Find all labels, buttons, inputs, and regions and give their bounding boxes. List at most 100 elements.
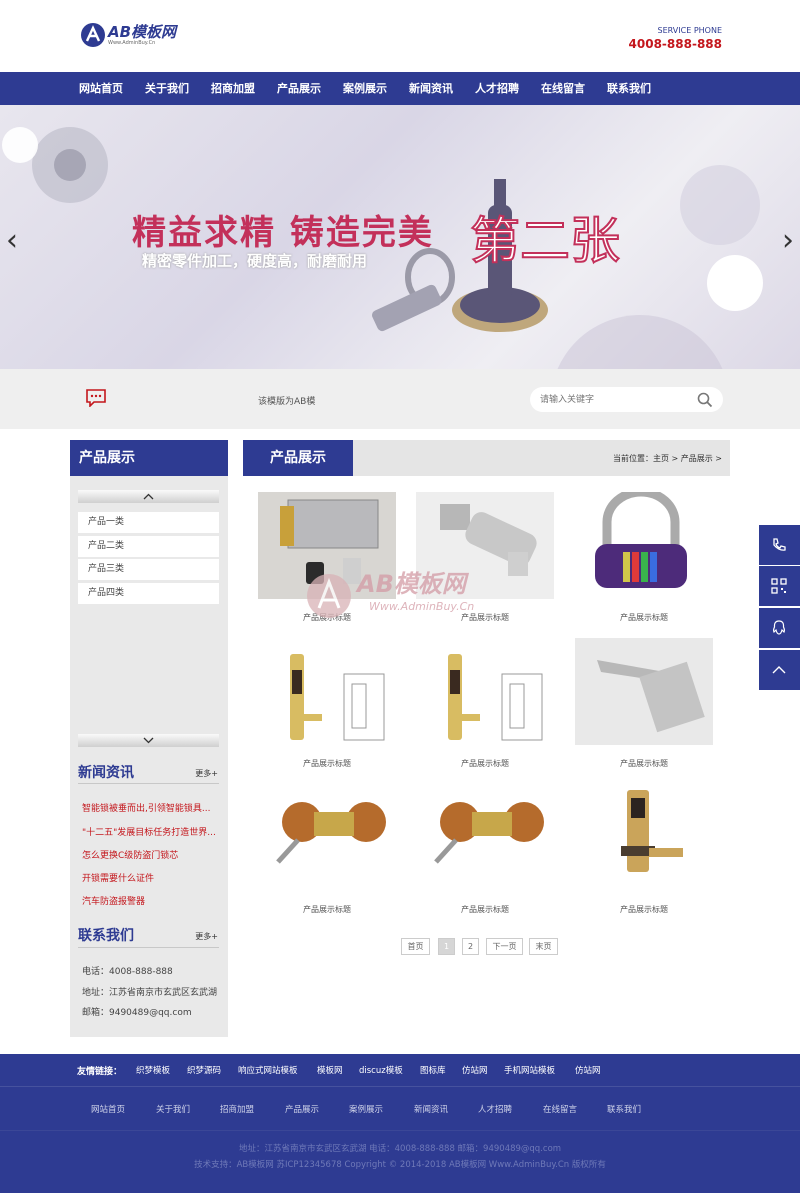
nav-item-about[interactable]: 关于我们 [145,72,189,105]
divider [78,947,219,948]
footer-nav-message[interactable]: 在线留言 [543,1103,577,1115]
float-phone-button[interactable] [759,525,800,565]
product-image[interactable] [416,784,554,891]
hero-banner[interactable]: 精益求精 铸造完美 精密零件加工，硬度高，耐磨耐用 第二张 ‹ › [0,105,800,369]
nav-item-contact[interactable]: 联系我们 [607,72,651,105]
footer-nav-jobs[interactable]: 人才招聘 [478,1103,512,1115]
contact-more-link[interactable]: 更多+ [195,931,218,942]
friend-link[interactable]: 仿站网 [575,1064,601,1076]
sidebar-title: 产品展示 [70,440,228,476]
product-card[interactable]: 产品展示标题 [258,784,396,915]
product-card[interactable]: 产品展示标题 [575,784,713,915]
chevron-down-icon [143,737,154,744]
pager-page-2[interactable]: 2 [462,938,479,955]
friend-link[interactable]: 模板网 [317,1064,343,1076]
footer-nav: 网站首页 关于我们 招商加盟 产品展示 案例展示 新闻资讯 人才招聘 在线留言 … [0,1086,800,1130]
product-image[interactable] [575,638,713,745]
product-caption[interactable]: 产品展示标题 [575,758,713,769]
product-image[interactable] [258,784,396,891]
back-to-top-icon [772,666,786,674]
friend-link[interactable]: 手机网站模板 [504,1064,555,1076]
product-card[interactable]: 产品展示标题 [416,638,554,769]
search-box [530,387,723,412]
watermark-text: AB模板网 [357,570,466,598]
footer-nav-about[interactable]: 关于我们 [156,1103,190,1115]
banner-slogan: 精益求精 铸造完美 [132,213,434,253]
message-icon [86,389,106,407]
product-image-graphic [290,654,385,741]
nav-item-jobs[interactable]: 人才招聘 [475,72,519,105]
product-card[interactable]: 产品展示标题 [258,638,396,769]
banner-slide-label: 第二张 [469,211,621,271]
footer-nav-products[interactable]: 产品展示 [285,1103,319,1115]
nav-item-message[interactable]: 在线留言 [541,72,585,105]
product-caption[interactable]: 产品展示标题 [575,904,713,915]
pager-last[interactable]: 末页 [529,938,558,955]
nav-item-cases[interactable]: 案例展示 [343,72,387,105]
product-image[interactable] [258,638,396,745]
product-caption[interactable]: 产品展示标题 [416,904,554,915]
banner-next-arrow[interactable]: › [782,223,794,258]
nav-item-home[interactable]: 网站首页 [79,72,123,105]
footer-nav-contact[interactable]: 联系我们 [607,1103,641,1115]
pager-first[interactable]: 首页 [401,938,430,955]
friend-links-label: 友情链接： [77,1067,123,1077]
notice-text: 该模版为AB模 [258,397,316,407]
product-image-graphic [595,492,687,588]
phone-icon [773,538,786,551]
float-qq-button[interactable] [759,608,800,648]
product-card[interactable]: 产品展示标题 [416,784,554,915]
logo-subtext: Www.AdminBuy.Cn [108,40,156,46]
contact-address: 地址：江苏省南京市玄武区玄武湖 [82,988,218,998]
product-card[interactable]: 产品展示标题 [575,492,713,623]
float-top-button[interactable] [759,650,800,690]
divider [78,783,219,784]
news-item[interactable]: 汽车防盗报警器 [82,894,222,907]
nav-item-products[interactable]: 产品展示 [277,72,321,105]
pager-next[interactable]: 下一页 [486,938,523,955]
nav-item-news[interactable]: 新闻资讯 [409,72,453,105]
sidebar-category-1[interactable]: 产品一类 [78,512,219,533]
nav-item-join[interactable]: 招商加盟 [211,72,255,105]
search-icon[interactable] [697,392,713,408]
sidebar-category-2[interactable]: 产品二类 [78,536,219,557]
sidebar-category-4[interactable]: 产品四类 [78,583,219,604]
product-image[interactable] [575,492,713,599]
pager-page-1[interactable]: 1 [438,938,455,955]
product-caption[interactable]: 产品展示标题 [258,904,396,915]
friend-link[interactable]: 织梦模板 [136,1064,170,1076]
footer-nav-join[interactable]: 招商加盟 [220,1103,254,1115]
product-image[interactable] [416,638,554,745]
scroll-down-button[interactable] [78,734,219,747]
friend-link[interactable]: 图标库 [420,1064,446,1076]
product-caption[interactable]: 产品展示标题 [416,758,554,769]
news-item[interactable]: "十二五"发展目标任务打造世界... [82,825,222,838]
product-caption[interactable]: 产品展示标题 [575,612,713,623]
contact-section-title: 联系我们 [78,928,134,944]
scroll-up-button[interactable] [78,490,219,503]
friend-link[interactable]: 织梦源码 [187,1064,221,1076]
news-more-link[interactable]: 更多+ [195,768,218,779]
friend-link[interactable]: 仿站网 [462,1064,488,1076]
site-logo[interactable]: AB模板网 Www.AdminBuy.Cn [80,18,190,54]
news-item[interactable]: 智能锁被垂而出,引领智能锁具... [82,801,222,814]
service-phone: 4008-888-888 [628,37,722,51]
news-item[interactable]: 怎么更换C级防盗门锁芯 [82,848,222,861]
product-caption[interactable]: 产品展示标题 [258,758,396,769]
banner-prev-arrow[interactable]: ‹ [6,223,18,258]
friend-link[interactable]: discuz模板 [359,1064,403,1076]
news-item[interactable]: 开锁需要什么证件 [82,871,222,884]
product-card[interactable]: 产品展示标题 [575,638,713,769]
search-input[interactable] [540,393,690,406]
main-section-title: 产品展示 [243,440,353,476]
logo-icon [81,23,105,47]
product-image-graphic [621,790,683,872]
footer-nav-news[interactable]: 新闻资讯 [414,1103,448,1115]
footer-nav-home[interactable]: 网站首页 [91,1103,125,1115]
footer-nav-cases[interactable]: 案例展示 [349,1103,383,1115]
sidebar-category-3[interactable]: 产品三类 [78,559,219,580]
float-qrcode-button[interactable] [759,566,800,606]
product-image-graphic [575,638,713,745]
product-image[interactable] [575,784,713,891]
friend-link[interactable]: 响应式网站模板 [238,1064,298,1076]
